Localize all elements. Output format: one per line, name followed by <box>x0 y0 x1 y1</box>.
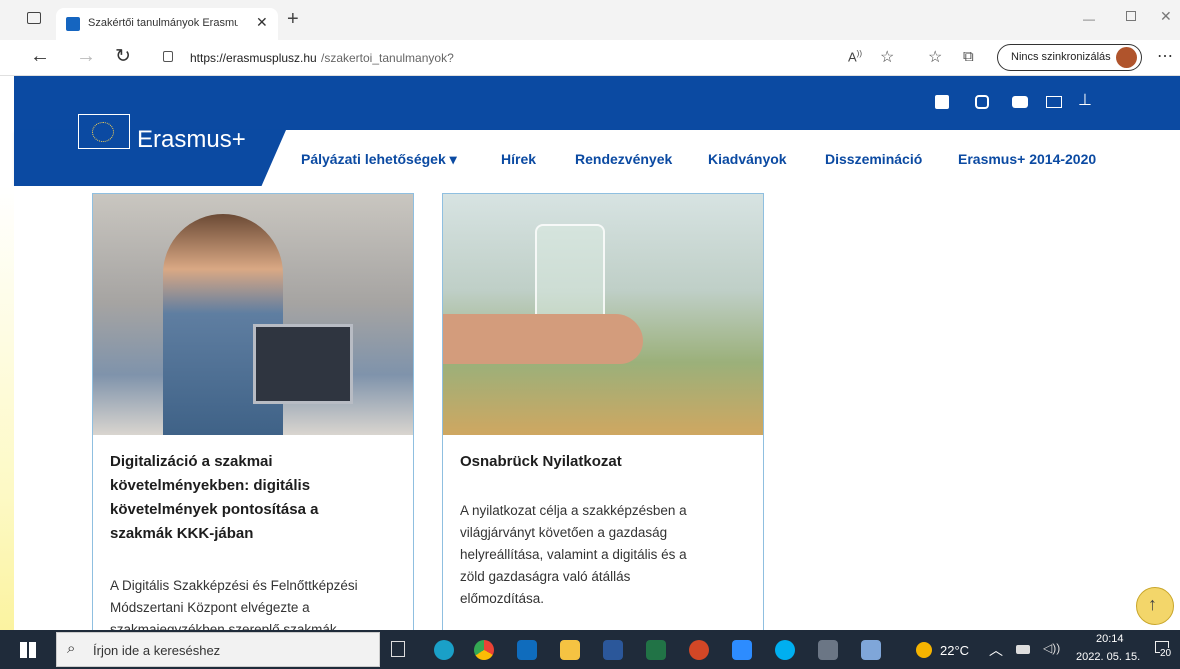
favicon-icon <box>66 17 80 31</box>
arrow-up-icon: ↑ <box>1148 594 1157 614</box>
instagram-icon[interactable] <box>975 95 989 109</box>
tray-chevron-icon[interactable]: ︿ <box>989 640 1003 660</box>
new-tab-icon[interactable]: + <box>287 8 299 31</box>
forward-icon[interactable]: → <box>76 45 96 68</box>
card-1-text-line-2: Módszertani Központ elvégezte a <box>110 600 310 615</box>
taskbar-search[interactable]: ⌕ Írjon ide a kereséshez <box>56 632 380 667</box>
nav-erasmus-2014-2020[interactable]: Erasmus+ 2014-2020 <box>958 151 1096 167</box>
close-tab-icon[interactable]: ✕ <box>256 14 268 31</box>
sync-label: Nincs szinkronizálás <box>1011 51 1111 63</box>
maximize-icon[interactable] <box>1126 11 1136 21</box>
laptop <box>253 324 353 404</box>
weather-icon[interactable] <box>916 642 932 658</box>
nav-hirek[interactable]: Hírek <box>501 151 536 167</box>
search-placeholder: Írjon ide a kereséshez <box>93 643 221 658</box>
profile-avatar <box>1116 47 1137 68</box>
site-header-bar: ⊥ <box>14 76 1180 130</box>
clock-time[interactable]: 20:14 <box>1096 633 1124 645</box>
tab-actions-icon[interactable] <box>27 12 41 24</box>
hand <box>443 314 643 364</box>
url-field[interactable]: https://erasmusplusz.hu /szakertoi_tanul… <box>146 45 836 71</box>
card-1-title-line-1[interactable]: Digitalizáció a szakmai <box>110 450 273 474</box>
search-icon: ⌕ <box>67 640 76 657</box>
excel-icon[interactable] <box>646 640 666 660</box>
card-1-title-line-4[interactable]: szakmák KKK-jában <box>110 522 253 546</box>
url-host: https://erasmusplusz.hu <box>190 51 317 65</box>
calculator-icon[interactable] <box>818 640 838 660</box>
volume-icon[interactable]: ◁)) <box>1043 641 1060 655</box>
powerpoint-icon[interactable] <box>689 640 709 660</box>
eu-flag-icon <box>78 114 130 149</box>
address-bar-row: ← → ↻ https://erasmusplusz.hu /szakertoi… <box>0 40 1180 76</box>
more-options-icon[interactable]: ⋯ <box>1157 46 1173 66</box>
article-card-2[interactable]: Osnabrück Nyilatkozat A nyilatkozat célj… <box>442 193 764 633</box>
network-icon[interactable] <box>1016 645 1030 654</box>
left-accent <box>0 186 14 630</box>
card-1-title-line-2[interactable]: követelményekben: digitális <box>110 474 310 498</box>
clock-date[interactable]: 2022. 05. 15. <box>1076 651 1140 663</box>
flask-photo <box>443 194 763 435</box>
back-to-top-button[interactable]: ↑ <box>1136 587 1174 625</box>
zoom-icon[interactable] <box>732 640 752 660</box>
nav-kiadvanyok[interactable]: Kiadványok <box>708 151 787 167</box>
accessibility-icon[interactable]: ⊥ <box>1078 90 1092 110</box>
card-2-title[interactable]: Osnabrück Nyilatkozat <box>460 450 622 474</box>
nav-disszeminacio[interactable]: Disszemináció <box>825 151 922 167</box>
lock-icon <box>163 51 173 62</box>
card-1-text-line-1: A Digitális Szakképzési és Felnőttképzés… <box>110 578 358 593</box>
card-1-title-line-3[interactable]: követelmények pontosítása a <box>110 498 318 522</box>
nx-icon[interactable] <box>861 640 881 660</box>
windows-start-icon[interactable] <box>20 642 36 658</box>
edge-icon[interactable] <box>434 640 454 660</box>
student-photo <box>93 194 413 435</box>
notification-button[interactable]: 20 <box>1154 639 1174 661</box>
card-2-text-line-4: zöld gazdaságra való átállás <box>460 569 631 584</box>
favorites-icon[interactable]: ☆ <box>928 47 942 67</box>
back-icon[interactable]: ← <box>30 45 50 68</box>
skype-icon[interactable] <box>775 640 795 660</box>
task-view-icon[interactable] <box>391 641 405 657</box>
mail-icon[interactable] <box>1046 96 1062 108</box>
card-2-text-line-3: helyreállítása, valamint a digitális és … <box>460 547 687 562</box>
file-explorer-icon[interactable] <box>560 640 580 660</box>
site-logo-text[interactable]: Erasmus+ <box>137 126 246 154</box>
chrome-icon[interactable] <box>474 640 494 660</box>
facebook-icon[interactable] <box>935 95 949 109</box>
tab-title: Szakértői tanulmányok Erasmus+ <box>88 17 238 29</box>
read-aloud-icon[interactable]: A)) <box>848 49 862 64</box>
close-window-icon[interactable]: ✕ <box>1160 8 1172 25</box>
card-2-text-line-1: A nyilatkozat célja a szakképzésben a <box>460 503 687 518</box>
favorite-add-icon[interactable]: ☆ <box>880 47 894 67</box>
nav-palyazati[interactable]: Pályázati lehetőségek ▾ <box>301 151 457 168</box>
browser-tab[interactable]: Szakértői tanulmányok Erasmus+ ✕ <box>56 8 278 40</box>
outlook-icon[interactable] <box>517 640 537 660</box>
card-2-text-line-5: előmozdítása. <box>460 591 545 606</box>
temperature[interactable]: 22°C <box>940 643 969 658</box>
browser-tab-bar: Szakértői tanulmányok Erasmus+ ✕ + — ✕ <box>0 0 1180 40</box>
nav-rendezvenyek[interactable]: Rendezvények <box>575 151 672 167</box>
url-path: /szakertoi_tanulmanyok? <box>321 51 454 65</box>
eu-stars-icon <box>92 122 114 142</box>
article-card-1[interactable]: Digitalizáció a szakmai követelményekben… <box>92 193 414 633</box>
minimize-icon[interactable]: — <box>1083 12 1095 26</box>
word-icon[interactable] <box>603 640 623 660</box>
refresh-icon[interactable]: ↻ <box>115 45 131 68</box>
youtube-icon[interactable] <box>1012 96 1028 108</box>
sync-button[interactable]: Nincs szinkronizálás <box>997 44 1142 71</box>
card-2-text-line-2: világjárványt követően a gazdaság <box>460 525 668 540</box>
collections-icon[interactable]: ⧉ <box>963 48 974 65</box>
notification-count: 20 <box>1160 648 1172 659</box>
